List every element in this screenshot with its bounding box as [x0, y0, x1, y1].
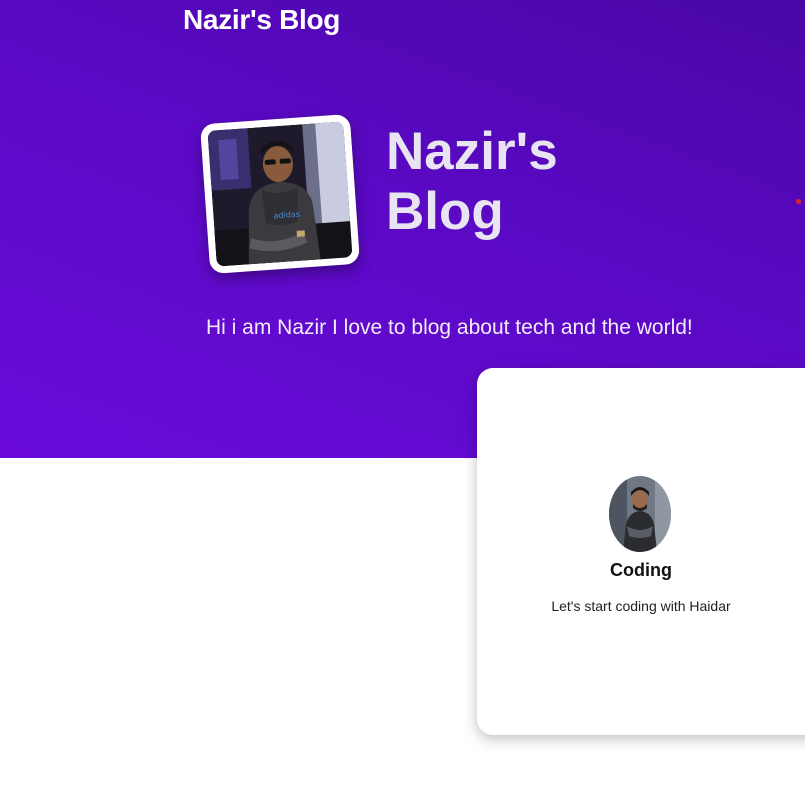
site-title-link[interactable]: Nazir's Blog: [183, 4, 340, 36]
svg-text:adidas: adidas: [273, 210, 300, 221]
hero-title-line-2: Blog: [386, 182, 504, 241]
hero-title-line-1: Nazir's: [386, 122, 558, 181]
hero-title: Nazir's Blog: [386, 122, 558, 242]
indicator-dot: [796, 199, 801, 204]
post-card-title[interactable]: Coding: [477, 560, 805, 581]
profile-photo: adidas: [199, 113, 361, 275]
post-card[interactable]: Coding Let's start coding with Haidar: [477, 368, 805, 735]
page: Nazir's Blog adidas Nazir's Blog Hi i am…: [0, 0, 805, 805]
post-thumbnail: [609, 476, 671, 552]
post-card-description: Let's start coding with Haidar: [551, 598, 731, 614]
hero-subtitle: Hi i am Nazir I love to blog about tech …: [206, 316, 693, 339]
post-thumbnail-icon: [609, 476, 671, 552]
profile-photo-icon: adidas: [207, 121, 353, 267]
